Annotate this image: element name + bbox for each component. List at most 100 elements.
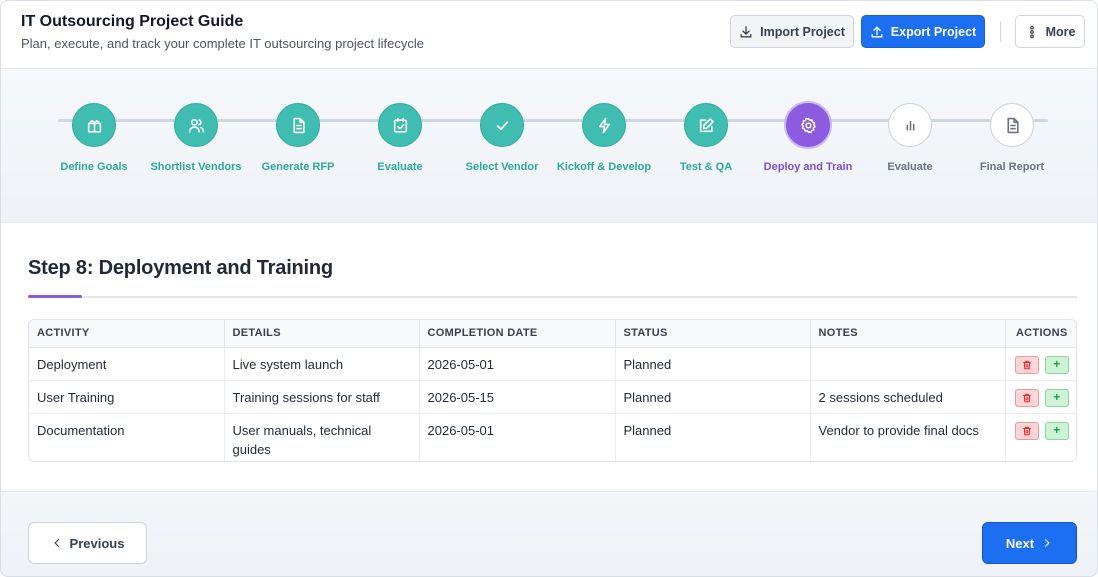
step-label: Test & QA: [679, 161, 733, 173]
step-label: Select Vendor: [465, 161, 539, 173]
download-icon: [740, 25, 752, 37]
trash-icon: [1023, 426, 1031, 435]
cell-details[interactable]: Training sessions for staff: [224, 380, 420, 414]
export-project-button[interactable]: Export Project: [861, 15, 985, 48]
delete-row-button[interactable]: [1014, 421, 1039, 440]
step-define-goals[interactable]: Define Goals: [44, 103, 144, 174]
cell-details[interactable]: User manuals, technical guides: [224, 413, 420, 461]
step-evaluate-project[interactable]: Evaluate: [860, 103, 960, 174]
lightning-icon: [598, 117, 610, 133]
step-circle: [480, 103, 524, 147]
cell-details[interactable]: Live system launch: [224, 347, 420, 381]
header: IT Outsourcing Project Guide Plan, execu…: [1, 1, 1097, 69]
page-title: Step 8: Deployment and Training: [28, 257, 333, 279]
title-accent: [28, 295, 82, 298]
step-circle: [276, 103, 320, 147]
add-row-button[interactable]: +: [1044, 388, 1069, 407]
app-window: IT Outsourcing Project Guide Plan, execu…: [0, 0, 1098, 577]
step-final-report[interactable]: Final Report: [962, 103, 1062, 174]
step-select-vendor[interactable]: Select Vendor: [452, 103, 552, 174]
users-icon: [188, 118, 204, 133]
column-header-completion-date: COMPLETION DATE: [419, 320, 616, 348]
step-test-qa[interactable]: Test & QA: [656, 103, 756, 174]
cell-notes[interactable]: Vendor to provide final docs: [810, 413, 1006, 461]
check-icon: [496, 120, 508, 130]
step-circle: [582, 103, 626, 147]
column-header-status: STATUS: [615, 320, 811, 348]
column-header-notes: NOTES: [810, 320, 1006, 348]
table-row: Deployment Live system launch 2026-05-01…: [29, 347, 1076, 381]
step-label: Define Goals: [60, 161, 128, 173]
step-deploy-train[interactable]: Deploy and Train: [758, 101, 858, 174]
gift-icon: [87, 119, 101, 133]
import-project-button[interactable]: Import Project: [730, 15, 854, 48]
cell-completion-date[interactable]: 2026-05-01: [419, 347, 616, 381]
cell-notes[interactable]: 2 sessions scheduled: [810, 380, 1006, 414]
delete-row-button[interactable]: [1014, 388, 1039, 407]
cell-completion-date[interactable]: 2026-05-15: [419, 380, 616, 414]
document-icon: [292, 117, 305, 133]
title-divider: [28, 296, 1077, 298]
more-button[interactable]: More: [1015, 15, 1085, 48]
cell-status[interactable]: Planned: [615, 380, 811, 414]
cell-actions: +: [1005, 380, 1076, 414]
app-title: IT Outsourcing Project Guide: [21, 13, 244, 30]
cell-completion-date[interactable]: 2026-05-01: [419, 413, 616, 461]
cell-activity[interactable]: Deployment: [29, 347, 225, 381]
step-circle: [72, 103, 116, 147]
cell-status[interactable]: Planned: [615, 347, 811, 381]
progress-stepper: Define Goals Shortlist Vendors Generate …: [1, 70, 1097, 223]
step-label: Evaluate: [377, 161, 423, 173]
app-subtitle: Plan, execute, and track your complete I…: [21, 36, 424, 51]
next-button[interactable]: Next: [982, 522, 1077, 564]
cell-activity[interactable]: Documentation: [29, 413, 225, 461]
cell-activity[interactable]: User Training: [29, 380, 225, 414]
add-row-button[interactable]: +: [1044, 421, 1069, 440]
trash-icon: [1023, 393, 1031, 402]
step-label: Evaluate: [887, 161, 933, 173]
cell-status[interactable]: Planned: [615, 413, 811, 461]
cell-actions: +: [1005, 413, 1076, 461]
add-row-button[interactable]: +: [1044, 355, 1069, 374]
export-project-label: Export Project: [890, 24, 977, 39]
step-kickoff-develop[interactable]: Kickoff & Develop: [554, 103, 654, 174]
step-label: Kickoff & Develop: [556, 161, 652, 173]
step-circle: [888, 103, 932, 147]
step-evaluate-vendors[interactable]: Evaluate: [350, 103, 450, 174]
next-label: Next: [1005, 535, 1035, 551]
step-label: Shortlist Vendors: [150, 161, 242, 173]
clipboard-check-icon: [393, 117, 407, 133]
column-header-activity: ACTIVITY: [29, 320, 225, 348]
import-project-label: Import Project: [760, 24, 845, 39]
edit-icon: [699, 117, 714, 132]
table-row: Documentation User manuals, technical gu…: [29, 413, 1076, 461]
column-header-details: DETAILS: [224, 320, 420, 348]
trash-icon: [1023, 360, 1031, 369]
step-generate-rfp[interactable]: Generate RFP: [248, 103, 348, 174]
more-label: More: [1045, 24, 1076, 39]
step-circle: [174, 103, 218, 147]
step-circle: [784, 101, 832, 149]
step-label: Generate RFP: [261, 161, 335, 173]
step-label: Final Report: [979, 161, 1045, 173]
step-circle: [684, 103, 728, 147]
cell-notes[interactable]: [810, 347, 1006, 381]
report-icon: [1006, 117, 1019, 133]
step-label: Deploy and Train: [763, 161, 853, 173]
more-vertical-icon: [1029, 25, 1034, 38]
footer-nav: Previous Next: [1, 491, 1097, 576]
previous-label: Previous: [69, 535, 125, 551]
chevron-left-icon: [54, 539, 59, 547]
previous-button[interactable]: Previous: [28, 522, 147, 564]
activities-table: ACTIVITY DETAILS COMPLETION DATE STATUS …: [28, 319, 1077, 462]
gear-icon: [800, 117, 816, 133]
chevron-right-icon: [1044, 539, 1050, 547]
bar-chart-icon: [906, 120, 914, 131]
delete-row-button[interactable]: [1014, 355, 1039, 374]
step-shortlist-vendors[interactable]: Shortlist Vendors: [146, 103, 246, 174]
table-header-row: ACTIVITY DETAILS COMPLETION DATE STATUS …: [29, 320, 1076, 348]
table-row: User Training Training sessions for staf…: [29, 380, 1076, 414]
header-divider: [1000, 21, 1001, 42]
upload-icon: [871, 26, 883, 37]
cell-actions: +: [1005, 347, 1076, 381]
